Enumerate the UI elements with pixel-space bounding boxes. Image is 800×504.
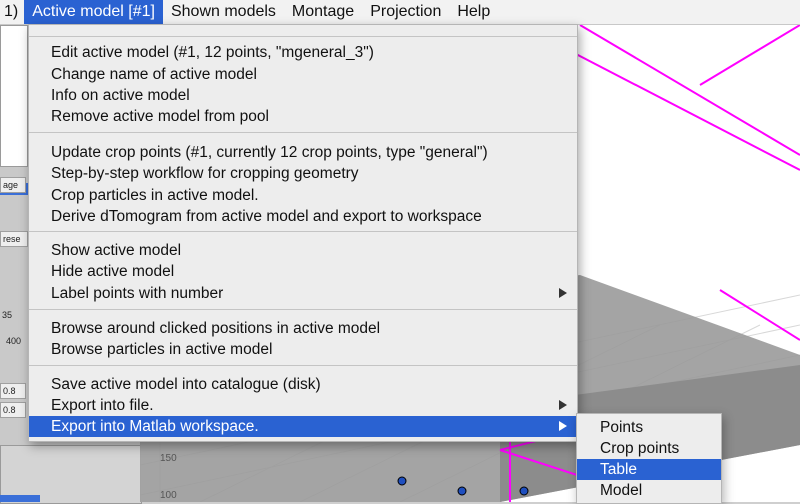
menu-item-hide-active-model[interactable]: Hide active model — [29, 261, 577, 282]
y-tick-label: 100 — [160, 490, 177, 501]
value-cell[interactable]: 400 — [4, 334, 28, 348]
menu-projection[interactable]: Projection — [362, 0, 449, 24]
menu-item-save-to-catalogue[interactable]: Save active model into catalogue (disk) — [29, 374, 577, 395]
menu-separator — [29, 231, 577, 232]
submenu-arrow-icon — [559, 421, 567, 431]
submenu-arrow-icon — [559, 288, 567, 298]
menu-item-label: Export into file. — [51, 397, 154, 414]
menu-montage[interactable]: Montage — [284, 0, 362, 24]
menu-help[interactable]: Help — [449, 0, 498, 24]
export-workspace-submenu: Points Crop points Table Model — [576, 413, 722, 504]
menu-item-label: Export into Matlab workspace. — [51, 418, 259, 435]
menu-separator — [29, 36, 577, 37]
menu-item-browse-particles[interactable]: Browse particles in active model — [29, 339, 577, 360]
status-strip — [0, 495, 40, 502]
active-model-dropdown: Edit active model (#1, 12 points, "mgene… — [28, 24, 578, 442]
menu-shown-models[interactable]: Shown models — [163, 0, 284, 24]
menu-separator — [29, 365, 577, 366]
menu-bar: 1) Active model [#1] Shown models Montag… — [0, 0, 800, 25]
menu-item-browse-clicked-positions[interactable]: Browse around clicked positions in activ… — [29, 318, 577, 339]
menu-item-label-points[interactable]: Label points with number — [29, 283, 577, 304]
menu-item-step-by-step-workflow[interactable]: Step-by-step workflow for cropping geome… — [29, 163, 577, 184]
menu-item-crop-particles[interactable]: Crop particles in active model. — [29, 185, 577, 206]
menu-item-derive-dtomogram[interactable]: Derive dTomogram from active model and e… — [29, 206, 577, 227]
reset-button[interactable]: rese — [0, 231, 28, 247]
menu-previous[interactable]: 1) — [0, 0, 24, 24]
value-cell[interactable]: 0.8 — [0, 383, 26, 399]
submenu-item-crop-points[interactable]: Crop points — [577, 438, 721, 459]
submenu-item-model[interactable]: Model — [577, 480, 721, 501]
menu-item-label: Label points with number — [51, 285, 224, 302]
value-cell[interactable]: 0.8 — [0, 402, 26, 418]
menu-item-remove-from-pool[interactable]: Remove active model from pool — [29, 106, 577, 127]
menu-item-change-name[interactable]: Change name of active model — [29, 64, 577, 85]
value-cell[interactable]: 35 — [0, 308, 24, 322]
submenu-arrow-icon — [559, 400, 567, 410]
menu-active-model[interactable]: Active model [#1] — [24, 0, 163, 24]
y-tick-label: 150 — [160, 453, 177, 464]
menu-separator — [29, 132, 577, 133]
submenu-item-points[interactable]: Points — [577, 417, 721, 438]
menu-item-show-active-model[interactable]: Show active model — [29, 240, 577, 261]
menu-item-export-to-matlab-workspace[interactable]: Export into Matlab workspace. — [29, 416, 577, 437]
column-header-cell: age — [0, 177, 26, 193]
panel-white-area — [0, 25, 28, 167]
menu-separator — [29, 309, 577, 310]
menu-item-edit-active-model[interactable]: Edit active model (#1, 12 points, "mgene… — [29, 42, 577, 63]
menu-item-export-into-file[interactable]: Export into file. — [29, 395, 577, 416]
menu-item-update-crop-points[interactable]: Update crop points (#1, currently 12 cro… — [29, 142, 577, 163]
menu-item-info[interactable]: Info on active model — [29, 85, 577, 106]
submenu-item-table[interactable]: Table — [577, 459, 721, 480]
